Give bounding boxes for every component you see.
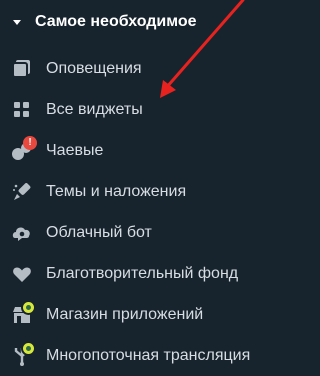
sidebar-item-themes[interactable]: Темы и наложения <box>0 171 292 212</box>
themes-brush-icon <box>10 180 34 204</box>
sidebar-item-charity[interactable]: Благотворительный фонд <box>0 253 292 294</box>
section-title: Самое необходимое <box>35 13 197 30</box>
sidebar-item-label: Многопоточная трансляция <box>46 346 251 364</box>
sidebar-item-label: Оповещения <box>46 59 142 77</box>
sidebar-item-label: Магазин приложений <box>46 305 204 323</box>
tips-icon: ! <box>10 135 37 163</box>
sidebar-item-alerts[interactable]: Оповещения <box>0 48 292 89</box>
sidebar-item-tips[interactable]: ! Чаевые <box>0 130 292 171</box>
widgets-grid-icon <box>10 98 34 122</box>
sidebar-item-label: Темы и наложения <box>46 182 187 200</box>
alerts-icon <box>10 57 34 81</box>
sidebar-item-label: Благотворительный фонд <box>46 264 239 282</box>
new-feature-badge <box>21 299 36 315</box>
sidebar-panel: Самое необходимое Оповещения Все виджеты <box>0 0 292 370</box>
sidebar-item-all-widgets[interactable]: Все виджеты <box>0 89 292 130</box>
sidebar-item-cloudbot[interactable]: Облачный бот <box>0 212 292 253</box>
cloudbot-icon <box>10 221 34 245</box>
sidebar-item-label: Облачный бот <box>46 223 152 241</box>
sidebar-item-label: Все виджеты <box>46 100 143 118</box>
app-store-icon <box>10 299 36 327</box>
sidebar-item-app-store[interactable]: Магазин приложений <box>0 294 292 335</box>
section-header-essentials[interactable]: Самое необходимое <box>0 0 292 44</box>
new-feature-badge <box>21 340 36 356</box>
alert-badge: ! <box>23 135 37 150</box>
sidebar-item-label: Чаевые <box>46 141 104 159</box>
heart-icon <box>10 262 34 286</box>
caret-down-icon <box>13 19 21 25</box>
multistream-icon <box>10 340 36 368</box>
